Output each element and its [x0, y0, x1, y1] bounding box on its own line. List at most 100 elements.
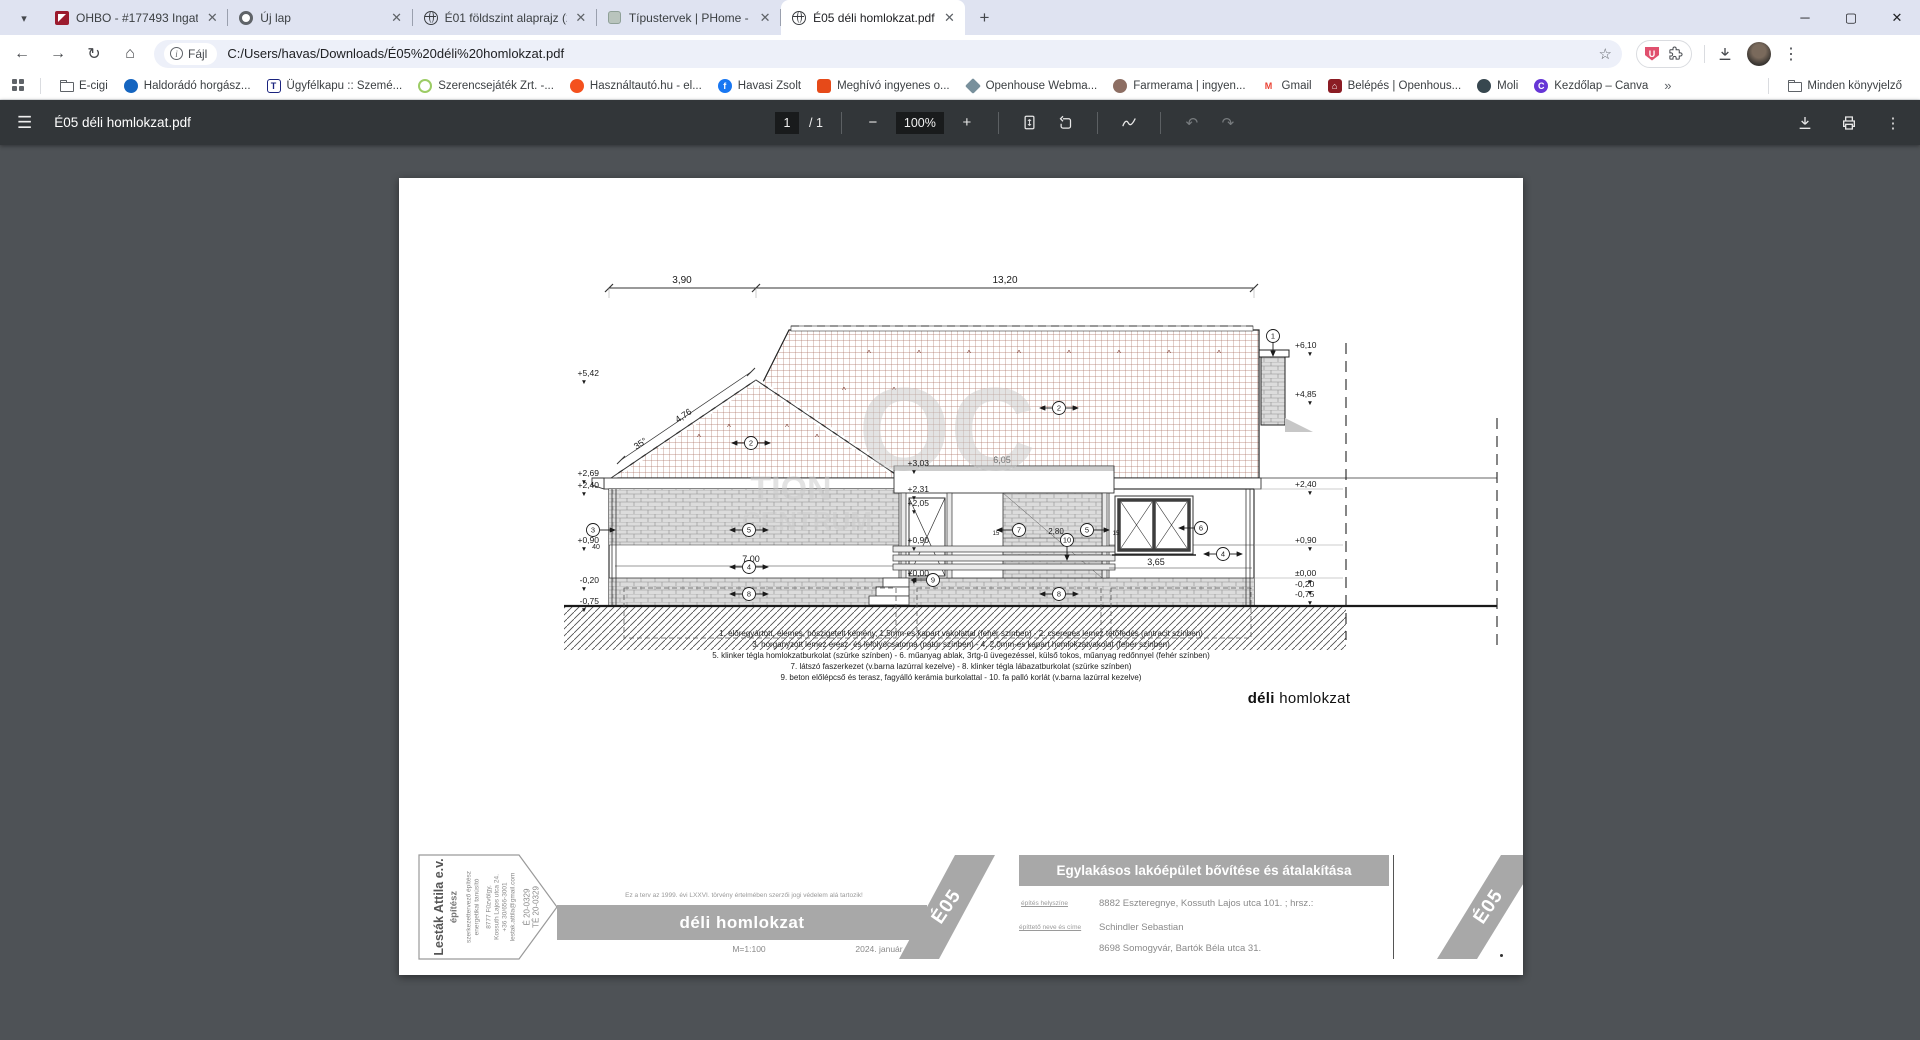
browser-tab-0[interactable]: OHBO - #177493 Ingatlan adat...✕: [44, 0, 228, 35]
bookmark-label: Szerencsejáték Zrt. -...: [438, 80, 554, 92]
rotate-icon[interactable]: [1053, 110, 1079, 136]
redo-icon[interactable]: ↷: [1215, 110, 1241, 136]
dimension-label: 35°: [632, 435, 649, 451]
toolbar-divider: [1704, 45, 1705, 63]
svg-text:▼: ▼: [581, 379, 587, 386]
new-tab-button[interactable]: +: [971, 5, 997, 31]
extensions-pill: U: [1636, 40, 1692, 68]
svg-text:^: ^: [917, 349, 921, 358]
svg-text:^: ^: [727, 423, 731, 432]
bookmark-5[interactable]: f Havasi Zsolt: [710, 76, 809, 96]
browser-menu-icon[interactable]: ⋮: [1777, 40, 1805, 68]
bookmark-7[interactable]: Openhouse Webma...: [958, 76, 1106, 96]
pdf-title: É05 déli homlokzat.pdf: [54, 115, 191, 130]
bookmark-11[interactable]: Moli: [1469, 76, 1526, 96]
download-icon[interactable]: [1792, 110, 1818, 136]
svg-text:+0,90: +0,90: [1295, 535, 1317, 545]
address-bar[interactable]: i Fájl C:/Users/havas/Downloads/É05%20dé…: [154, 40, 1622, 68]
svg-text:3: 3: [591, 526, 595, 535]
svg-text:^: ^: [842, 386, 846, 395]
all-bookmarks-button[interactable]: Minden könyvjelző: [1779, 76, 1910, 96]
tab-close-icon[interactable]: ✕: [941, 10, 957, 26]
tab-close-icon[interactable]: ✕: [573, 10, 589, 26]
svg-text:^: ^: [1117, 349, 1121, 358]
bookmark-10[interactable]: ⌂ Belépés | Openhous...: [1320, 76, 1470, 96]
elevation-drawing: ^^^^ ^^^^ ^^^^ ^^: [399, 178, 1523, 975]
page-number-input[interactable]: 1: [775, 112, 799, 134]
svg-text:6: 6: [1199, 524, 1203, 533]
dimension-label: 40: [592, 544, 600, 551]
svg-text:4: 4: [1221, 550, 1225, 559]
bookmark-label: Kezdőlap – Canva: [1554, 80, 1648, 92]
home-icon[interactable]: ⌂: [116, 40, 144, 68]
dimension-label: 4,76: [673, 406, 693, 424]
right-window: [1112, 496, 1196, 555]
site-favicon: f: [718, 79, 732, 93]
dimension-label: 13,20: [992, 275, 1017, 286]
bookmark-2[interactable]: TÜgyfélkapu :: Szemé...: [259, 76, 411, 96]
tab-close-icon[interactable]: ✕: [757, 10, 773, 26]
bookmark-3[interactable]: Szerencsejáték Zrt. -...: [410, 76, 562, 96]
undo-icon[interactable]: ↶: [1179, 110, 1205, 136]
svg-text:^: ^: [1067, 349, 1071, 358]
print-icon[interactable]: [1836, 110, 1862, 136]
svg-text:-0,75: -0,75: [580, 596, 600, 606]
watermark-text: OC: [859, 364, 1036, 496]
apps-grid-icon[interactable]: [12, 79, 26, 93]
tab-close-icon[interactable]: ✕: [204, 10, 220, 26]
ublock-icon[interactable]: U: [1645, 47, 1659, 61]
site-favicon: [418, 79, 432, 93]
legend-line: 9. beton előlépcső és terasz, fagyálló k…: [399, 672, 1523, 683]
bookmark-8[interactable]: Farmerama | ingyen...: [1105, 76, 1253, 96]
pdf-viewport[interactable]: ^^^^ ^^^^ ^^^^ ^^: [0, 145, 1920, 1040]
svg-text:10: 10: [1063, 536, 1071, 545]
svg-text:1: 1: [1271, 332, 1275, 341]
pdf-more-icon[interactable]: ⋮: [1880, 110, 1906, 136]
pdf-menu-icon[interactable]: ☰: [17, 113, 32, 133]
browser-tab-1[interactable]: Új lap ✕: [228, 0, 412, 35]
fit-page-icon[interactable]: [1017, 110, 1043, 136]
svg-text:▼: ▼: [1307, 600, 1313, 607]
bookmark-9[interactable]: M Gmail: [1254, 76, 1320, 96]
bookmark-4[interactable]: Használtautó.hu - el...: [562, 76, 710, 96]
bookmark-6[interactable]: Meghívó ingyenes o...: [809, 76, 958, 96]
url-text[interactable]: C:/Users/havas/Downloads/É05%20déli%20ho…: [227, 46, 564, 61]
zoom-level[interactable]: 100%: [896, 112, 944, 134]
maximize-button[interactable]: ▢: [1828, 0, 1874, 35]
bookmark-12[interactable]: C Kezdőlap – Canva: [1526, 76, 1656, 96]
back-icon[interactable]: ←: [8, 40, 36, 68]
tab-search-icon[interactable]: ▾: [10, 4, 38, 32]
caption-bold: déli: [1248, 690, 1275, 707]
browser-tab-3[interactable]: Típustervek | PHome - Kerámia...✕: [597, 0, 781, 35]
reload-icon[interactable]: ↻: [80, 40, 108, 68]
file-chip[interactable]: i Fájl: [164, 43, 217, 65]
forward-icon[interactable]: →: [44, 40, 72, 68]
bookmarks-overflow-icon[interactable]: »: [1656, 78, 1679, 93]
elevation-marker: +5,42▼: [577, 368, 599, 386]
site-favicon: M: [1262, 79, 1276, 93]
tab-close-icon[interactable]: ✕: [389, 10, 405, 26]
bookmark-1[interactable]: Haldorádó horgász...: [116, 76, 259, 96]
site-favicon: ⌂: [1328, 79, 1342, 93]
bookmark-label: Havasi Zsolt: [738, 80, 801, 92]
zoom-out-button[interactable]: −: [860, 110, 886, 136]
elevation-marker: -0,75▼: [1295, 589, 1315, 607]
svg-text:-0,20: -0,20: [1295, 579, 1315, 589]
downloads-icon[interactable]: [1711, 40, 1739, 68]
annotate-icon[interactable]: [1116, 110, 1142, 136]
profile-avatar[interactable]: [1747, 42, 1771, 66]
bookmark-label: Gmail: [1282, 80, 1312, 92]
bookmark-0[interactable]: E-cigi: [51, 76, 116, 96]
svg-text:▼: ▼: [581, 586, 587, 593]
site-favicon: C: [1534, 79, 1548, 93]
bookmark-star-icon[interactable]: ☆: [1599, 45, 1612, 63]
minimize-button[interactable]: ─: [1782, 0, 1828, 35]
browser-tab-2[interactable]: É01 földszint alaprajz (2).pdf✕: [413, 0, 597, 35]
bookmark-label: Belépés | Openhous...: [1348, 80, 1462, 92]
browser-tab-4[interactable]: É05 déli homlokzat.pdf✕: [781, 0, 965, 35]
close-button[interactable]: ✕: [1874, 0, 1920, 35]
tab-title: Új lap: [260, 11, 382, 25]
extensions-puzzle-icon[interactable]: [1668, 46, 1683, 61]
zoom-in-button[interactable]: +: [954, 110, 980, 136]
svg-text:4: 4: [747, 563, 751, 572]
